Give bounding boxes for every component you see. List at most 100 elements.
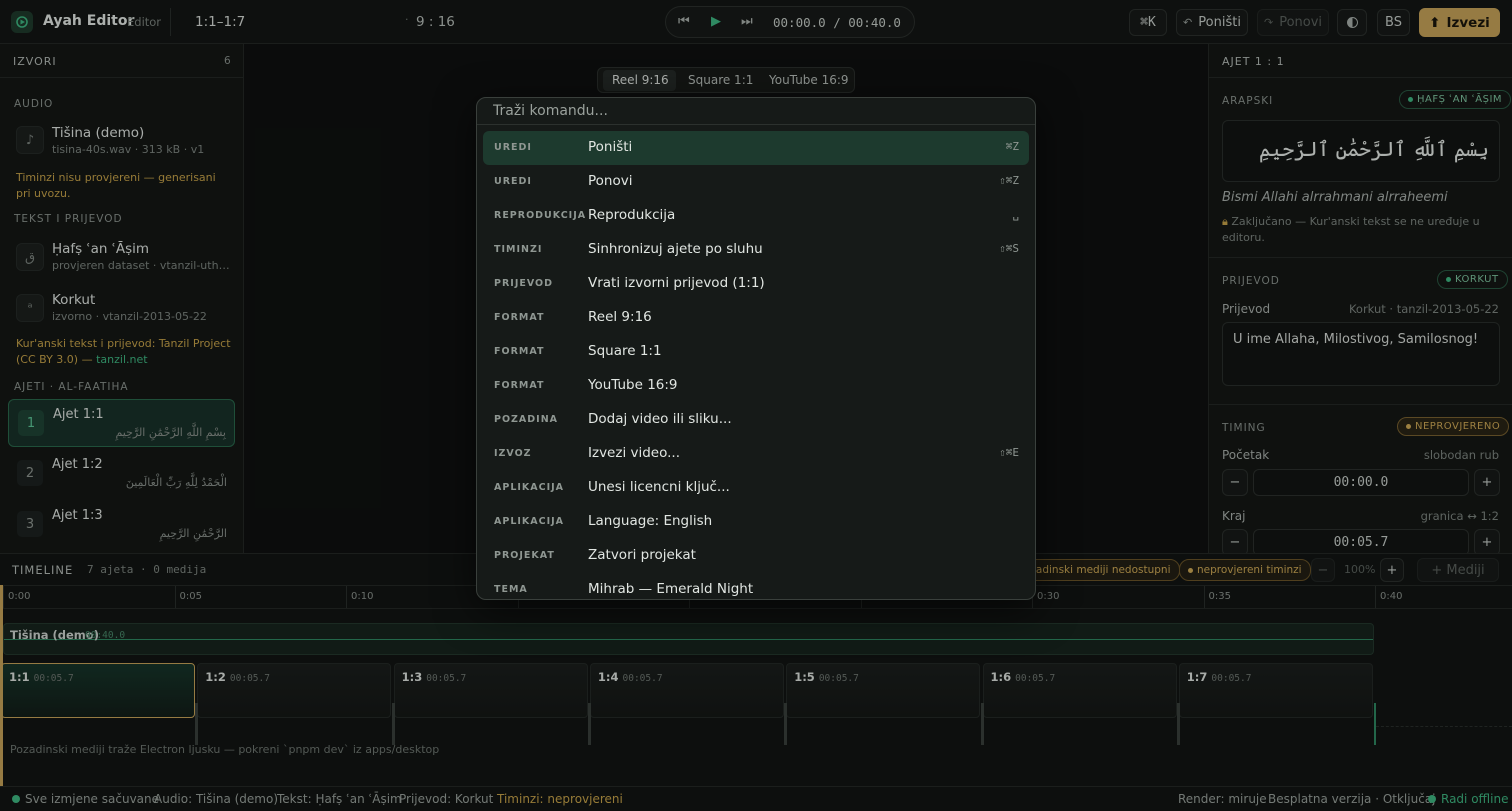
clip-label: 1:7 00:05.7	[1187, 670, 1252, 684]
desktop-hint: Pozadinski mediji traže Electron ljusku …	[10, 743, 440, 756]
status-dot-icon	[1406, 424, 1411, 429]
media-warning-label: Pozadinski mediji nedostupni	[1018, 564, 1171, 576]
status-timing: Timinzi: neprovjereni	[497, 792, 623, 806]
add-media-button[interactable]: + Mediji	[1417, 558, 1499, 582]
sources-panel: IZVORI 6 AUDIO ♪ Tišina (demo) tisina-40…	[0, 44, 244, 553]
zoom-in-button[interactable]: +	[1380, 558, 1404, 582]
ayah-clip[interactable]: 1:7 00:05.7	[1178, 663, 1373, 718]
clip-id: 1:2	[205, 670, 226, 684]
start-plus-button[interactable]: +	[1474, 469, 1500, 496]
end-time-input[interactable]: 00:05.7	[1253, 529, 1469, 553]
format-youtube[interactable]: YouTube 16:9	[769, 73, 849, 87]
command-item[interactable]: UREDI Ponovi ⇧⌘Z	[483, 165, 1029, 199]
clip-boundary-handle[interactable]	[391, 703, 395, 745]
app-logo-icon	[11, 11, 33, 33]
command-palette-button[interactable]: ⌘K	[1129, 9, 1167, 36]
ayah-clip[interactable]: 1:6 00:05.7	[982, 663, 1177, 718]
format-reel[interactable]: Reel 9:16	[612, 73, 669, 87]
command-item[interactable]: TIMINZI Sinhronizuj ajete po sluhu ⇧⌘S	[483, 233, 1029, 267]
command-shortcut: ⌘Z	[1005, 140, 1019, 153]
playhead[interactable]	[0, 585, 3, 787]
command-item[interactable]: FORMAT Reel 9:16	[483, 301, 1029, 335]
lock-icon: 🔒︎	[1222, 215, 1232, 228]
command-item[interactable]: APLIKACIJA Unesi licencni ključ...	[483, 471, 1029, 505]
divider	[0, 77, 243, 78]
divider	[1209, 77, 1512, 78]
arabic-text: بِسْمِ ٱللَّهِ ٱلرَّحْمَٰنِ ٱلرَّحِيمِ	[1258, 137, 1489, 161]
command-item[interactable]: UREDI Poništi ⌘Z	[483, 131, 1029, 165]
timing-badge: NEPROVJERENO	[1397, 417, 1510, 436]
clip-boundary-handle[interactable]	[784, 703, 788, 745]
clip-id: 1:5	[794, 670, 815, 684]
text-section-title: TEKST I PRIJEVOD	[14, 213, 123, 225]
command-label: Square 1:1	[588, 343, 662, 359]
app-title: Ayah Editor	[43, 13, 135, 29]
arabic-badge: ḤAFṢ ʿAN ʿĀṢIM	[1399, 90, 1512, 109]
clip-duration: 00:05.7	[818, 673, 859, 684]
command-item[interactable]: POZADINA Dodaj video ili sliku...	[483, 403, 1029, 437]
status-translation: Prijevod: Korkut	[399, 792, 494, 806]
ayah-item[interactable]: 1 Ajet 1:1 بِسْمِ اللَّهِ الرَّحْمَٰنِ ا…	[8, 399, 235, 447]
command-item[interactable]: FORMAT Square 1:1	[483, 335, 1029, 369]
end-minus-button[interactable]: −	[1222, 529, 1248, 553]
ayah-item[interactable]: 3 Ajet 1:3 الرَّحْمَٰنِ الرَّحِيمِ	[8, 501, 235, 549]
ayah-clip[interactable]: 1:2 00:05.7	[197, 663, 392, 718]
redo-label: Ponovi	[1279, 15, 1323, 30]
text-source-title[interactable]: Ḥafṣ ʿan ʿĀṣim	[52, 241, 149, 257]
quran-text-icon: ق	[16, 243, 44, 271]
start-time-input[interactable]: 00:00.0	[1253, 469, 1469, 496]
format-switcher: Reel 9:16 Square 1:1 YouTube 16:9	[597, 67, 855, 93]
start-minus-button[interactable]: −	[1222, 469, 1248, 496]
format-square[interactable]: Square 1:1	[688, 73, 753, 87]
command-item[interactable]: IZVOZ Izvezi video... ⇧⌘E	[483, 437, 1029, 471]
ayah-arabic: بِسْمِ اللَّهِ الرَّحْمَٰنِ الرَّحِيمِ	[115, 426, 226, 439]
ayah-clip[interactable]: 1:5 00:05.7	[786, 663, 981, 718]
skip-back-icon[interactable]: ⏮	[678, 14, 690, 29]
clip-boundary-handle[interactable]	[587, 703, 591, 745]
theme-toggle-button[interactable]	[1337, 9, 1367, 36]
play-icon[interactable]: ▶	[711, 14, 721, 29]
command-item[interactable]: TEMA Mihrab — Emerald Night	[483, 573, 1029, 599]
command-item[interactable]: FORMAT YouTube 16:9	[483, 369, 1029, 403]
translation-source-title[interactable]: Korkut	[52, 292, 95, 308]
time-display: 00:00.0 / 00:40.0	[773, 15, 901, 30]
translation-label: Prijevod	[1222, 302, 1271, 316]
clip-boundary-handle[interactable]	[980, 703, 984, 745]
clip-boundary-handle[interactable]	[1176, 703, 1180, 745]
audio-track[interactable]: Tišina (demo) 00:40.0	[3, 623, 1374, 655]
command-search-input[interactable]	[493, 101, 1013, 121]
ayah-clip[interactable]: 1:1 00:05.7	[1, 663, 195, 718]
undo-button[interactable]: ↶ Poništi	[1176, 9, 1248, 36]
audio-waveform-line	[4, 639, 1373, 640]
clip-label: 1:3 00:05.7	[402, 670, 467, 684]
time-tick: 0:10	[346, 586, 373, 608]
language-button[interactable]: BS	[1377, 9, 1410, 36]
audio-source-title[interactable]: Tišina (demo)	[52, 125, 144, 141]
credit-link[interactable]: tanzil.net	[96, 353, 147, 366]
ayah-item[interactable]: 2 Ajet 1:2 الْحَمْدُ لِلَّهِ رَبِّ الْعَ…	[8, 450, 235, 498]
end-plus-button[interactable]: +	[1474, 529, 1500, 553]
zoom-out-button[interactable]: −	[1311, 558, 1335, 582]
status-license[interactable]: Besplatna verzija · Otključaj	[1268, 792, 1436, 806]
command-item[interactable]: PROJEKAT Zatvori projekat	[483, 539, 1029, 573]
clip-duration: 00:05.7	[229, 673, 270, 684]
ayah-clip[interactable]: 1:4 00:05.7	[589, 663, 784, 718]
command-category: TIMINZI	[494, 244, 543, 255]
redo-icon: ↷	[1263, 16, 1274, 29]
command-category: TEMA	[494, 584, 528, 595]
clip-label: 1:2 00:05.7	[205, 670, 270, 684]
command-label: Unesi licencni ključ...	[588, 479, 730, 495]
clip-boundary-handle[interactable]	[195, 703, 199, 745]
command-item[interactable]: APLIKACIJA Language: English	[483, 505, 1029, 539]
ayah-clip[interactable]: 1:3 00:05.7	[393, 663, 588, 718]
end-hint: granica ↔ 1:2	[1420, 509, 1499, 523]
command-item[interactable]: PRIJEVOD Vrati izvorni prijevod (1:1)	[483, 267, 1029, 301]
translation-input[interactable]: U ime Allaha, Milostivog, Samilosnog!	[1222, 322, 1500, 386]
clip-duration: 00:05.7	[1211, 673, 1252, 684]
redo-button[interactable]: ↷ Ponovi	[1257, 9, 1329, 36]
time-tick: 0:30	[1032, 586, 1059, 608]
export-button[interactable]: ⬆ Izvezi	[1419, 8, 1500, 37]
command-category: APLIKACIJA	[494, 516, 565, 527]
skip-forward-icon[interactable]: ⏭	[741, 14, 753, 29]
command-item[interactable]: REPRODUKCIJA Reprodukcija ␣	[483, 199, 1029, 233]
